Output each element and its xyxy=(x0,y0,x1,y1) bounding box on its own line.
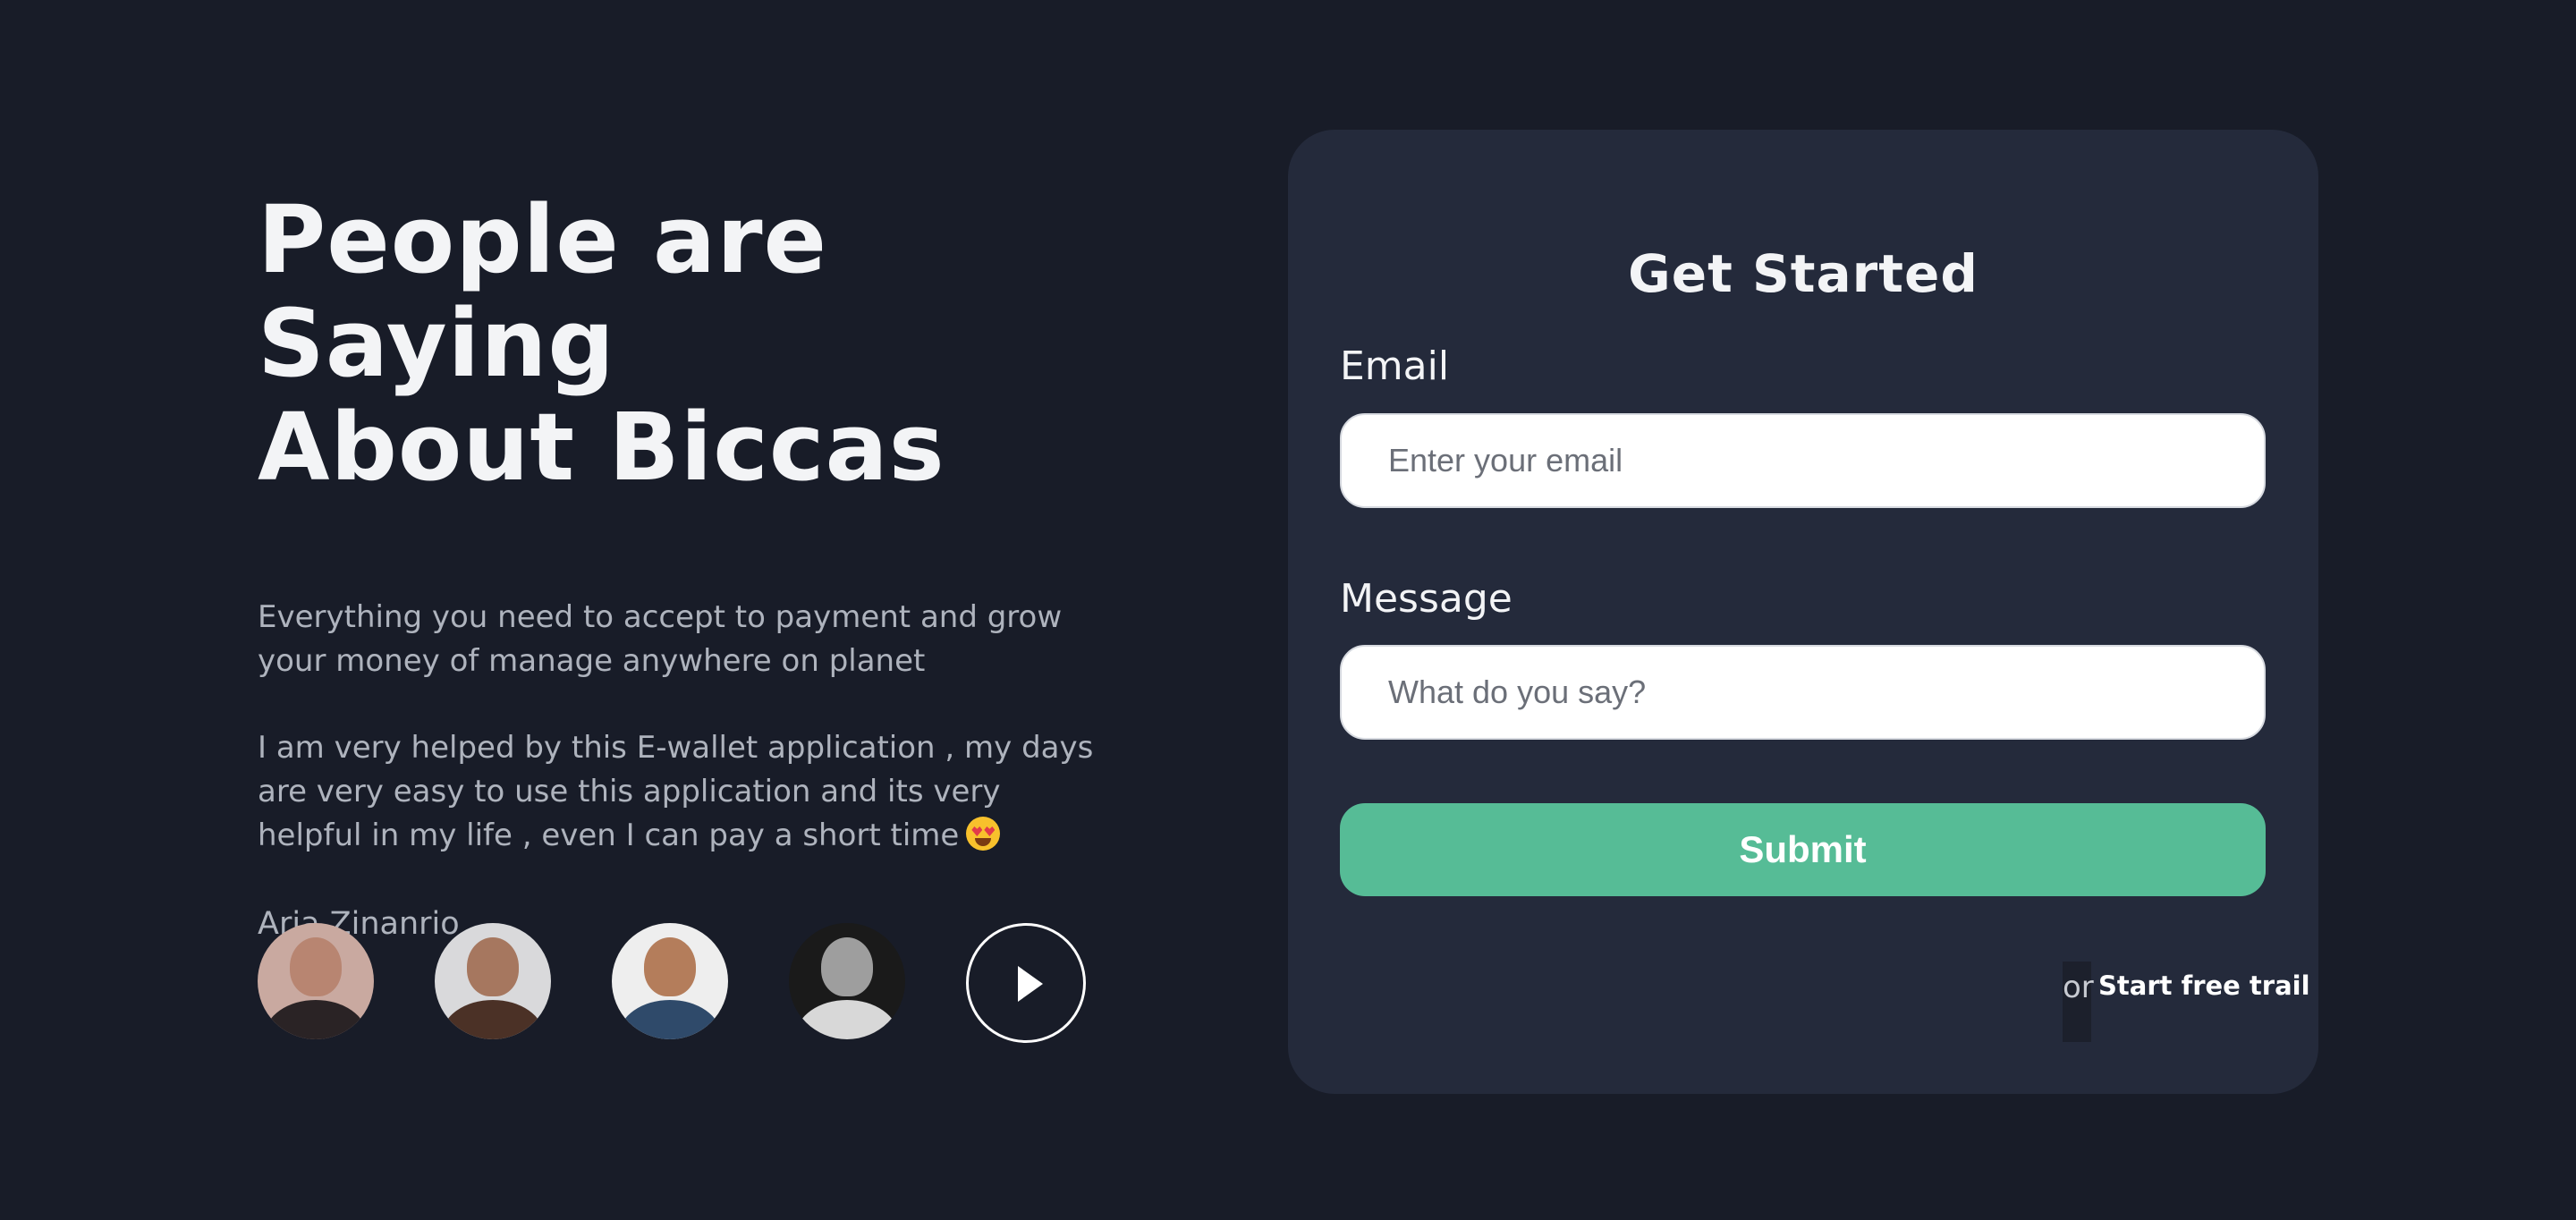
section-headline: People are Saying About Biccas xyxy=(258,188,1116,499)
headline-line-2: About Biccas xyxy=(258,393,945,502)
play-icon xyxy=(1018,966,1043,1002)
start-free-trial-link[interactable]: Start free trail xyxy=(2098,970,2310,1001)
play-video-button[interactable] xyxy=(966,923,1086,1043)
get-started-card: Get Started Email Message Submit or Star… xyxy=(1288,130,2318,1094)
email-label: Email xyxy=(1340,343,1450,389)
section-description: Everything you need to accept to payment… xyxy=(258,599,1063,679)
or-text: or xyxy=(2063,962,2094,1042)
submit-button[interactable]: Submit xyxy=(1340,803,2266,896)
email-field[interactable] xyxy=(1340,413,2266,508)
avatar[interactable] xyxy=(435,923,551,1039)
testimonial-quote: I am very helped by this E-wallet applic… xyxy=(258,726,1098,858)
star-struck-emoji-icon xyxy=(966,817,1001,851)
avatar[interactable] xyxy=(258,923,374,1039)
message-label: Message xyxy=(1340,576,1513,622)
message-field[interactable] xyxy=(1340,645,2266,740)
avatar[interactable] xyxy=(789,923,905,1039)
testimonial-section: People are Saying About Biccas Everythin… xyxy=(258,188,1116,944)
avatar[interactable] xyxy=(612,923,728,1039)
form-title: Get Started xyxy=(1628,243,1979,304)
headline-line-1: People are Saying xyxy=(258,185,828,398)
